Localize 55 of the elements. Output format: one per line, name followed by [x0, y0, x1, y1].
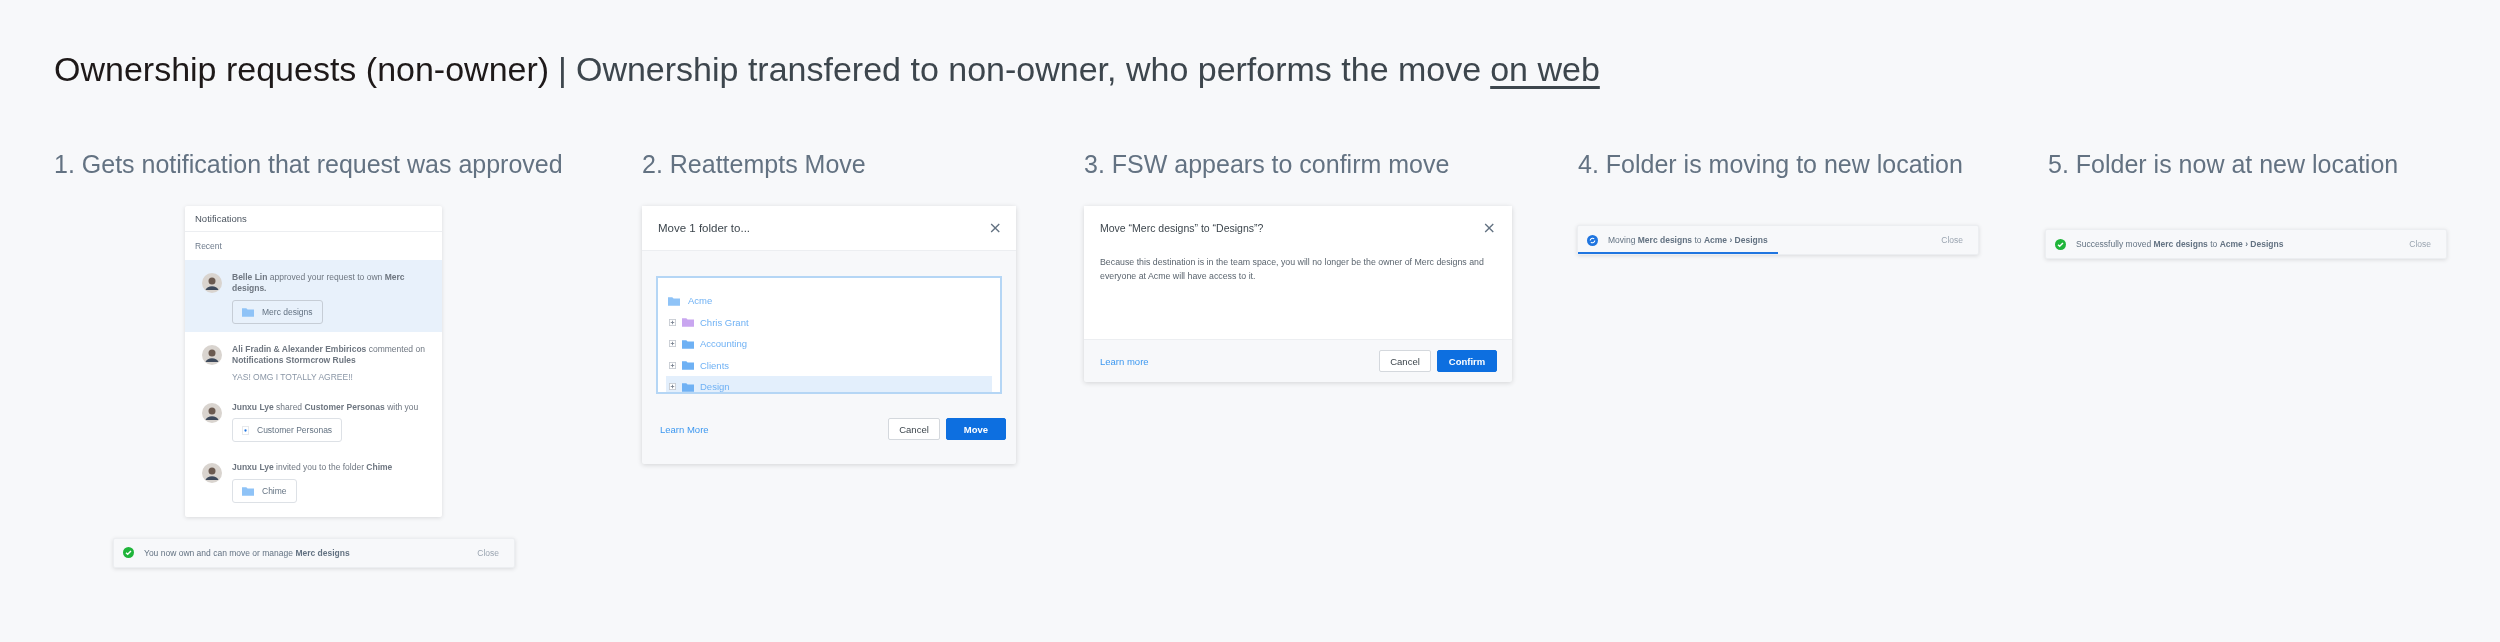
page-title: Ownership requests (non-owner)	[54, 50, 550, 89]
folder-icon	[242, 306, 254, 317]
check-circle-icon	[123, 547, 134, 559]
notification-text: Junxu Lye shared Customer Personas with you	[232, 401, 419, 414]
step-label: 5. Folder is now at new location	[2048, 150, 2400, 180]
dialog-title: Move 1 folder to...	[658, 222, 751, 234]
close-button[interactable]: ×	[988, 220, 1002, 236]
expand-icon[interactable]	[669, 340, 676, 348]
notification-item[interactable]: Junxu Lye shared Customer Personas with you Customer Personas	[185, 389, 442, 451]
expand-icon[interactable]	[669, 383, 676, 391]
expand-icon[interactable]	[669, 361, 676, 369]
attachment-chip[interactable]: Customer Personas	[232, 418, 343, 443]
step-label: 2. Reattempts Move	[642, 150, 867, 180]
file-icon	[242, 425, 249, 435]
step-label: 4. Folder is moving to new location	[1578, 150, 1964, 180]
comment-text: YAS! OMG I TOTALLY AGREE!!	[232, 371, 353, 382]
check-circle-icon	[2055, 238, 2066, 250]
toast-message: Successfully moved Merc designs to Acme › Designs	[2076, 239, 2285, 249]
secondary-button[interactable]: Cancel	[1379, 350, 1431, 372]
folder-icon	[242, 485, 254, 496]
notification-text: Belle Lin approved your request to own Merc designs.	[232, 272, 406, 295]
close-button[interactable]: Close	[2409, 239, 2431, 249]
step-label: 3. FSW appears to confirm move	[1084, 150, 1451, 180]
secondary-button[interactable]: Cancel	[888, 418, 940, 440]
close-button[interactable]: Close	[477, 547, 499, 558]
primary-button[interactable]: Confirm	[1437, 350, 1497, 372]
section-label: Recent	[194, 240, 223, 253]
expand-icon[interactable]	[669, 318, 676, 326]
avatar-icon	[202, 273, 222, 293]
page-subtitle: Ownership transfered to non-owner, who performs the move	[575, 50, 1482, 89]
notification-item[interactable]: Ali Fradin & Alexander Embiricos commented on Notifications Stormcrow Rules YAS! OMG I TOTALLY AGREE!!	[185, 331, 442, 390]
learn-more-link[interactable]: Learn more	[1100, 355, 1149, 367]
panel-title: Notifications	[185, 206, 442, 232]
notification-item[interactable]: Belle Lin approved your request to own Merc designs. Merc designs	[185, 260, 442, 332]
sync-icon	[1587, 234, 1598, 246]
toast-message: You now own and can move or manage Merc designs	[144, 547, 351, 558]
avatar-icon	[202, 463, 222, 484]
avatar-icon	[202, 402, 222, 423]
notification-text: Ali Fradin & Alexander Embiricos commented on Notifications Stormcrow Rules	[232, 343, 426, 367]
toast-message: Moving Merc designs to Acme › Designs	[1608, 235, 1769, 245]
dialog-message: Because this destination is in the team space, you will no longer be the owner of Merc designs and everyone at Acme will have access to it.	[1100, 256, 1485, 283]
attachment-chip[interactable]: Merc designs	[232, 299, 323, 324]
attachment-chip[interactable]: Chime	[232, 478, 297, 503]
primary-button[interactable]: Move	[946, 418, 1006, 440]
step-label: 1. Gets notification that request was approved	[54, 150, 564, 180]
notification-item[interactable]: Junxu Lye invited you to the folder Chime Chime	[185, 450, 442, 511]
web-link[interactable]: on web	[1490, 50, 1600, 89]
close-button[interactable]: Close	[1941, 235, 1963, 245]
learn-more-link[interactable]: Learn More	[660, 423, 709, 435]
close-button[interactable]: ×	[1482, 220, 1496, 236]
avatar-icon	[202, 344, 222, 365]
notification-text: Junxu Lye invited you to the folder Chime	[232, 462, 393, 474]
dialog-title: Move “Merc designs” to “Designs”?	[1100, 222, 1264, 234]
tree-item[interactable]: Acme	[666, 290, 992, 312]
separator-text: |	[558, 50, 567, 89]
